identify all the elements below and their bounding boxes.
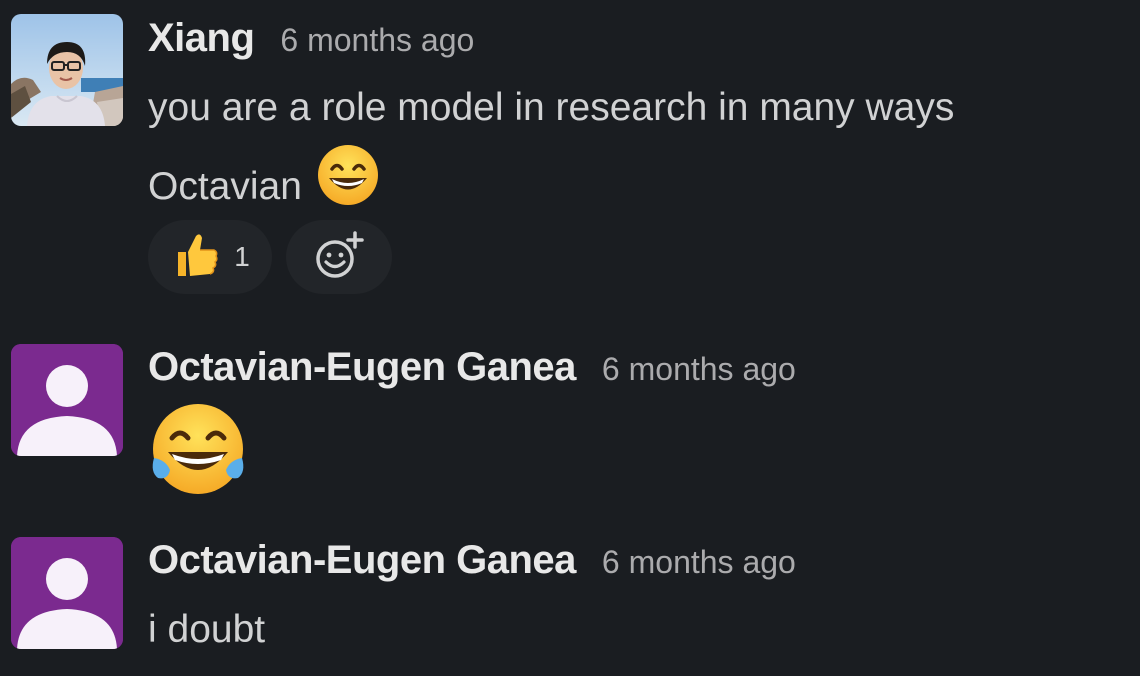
avatar[interactable] [11,344,123,456]
reaction-bar: 1 [148,220,392,294]
message-text: i doubt [148,608,266,651]
default-user-icon [11,344,123,456]
timestamp[interactable]: 6 months ago [602,544,796,581]
author-name[interactable]: Octavian-Eugen Ganea [148,538,576,583]
reaction-thumbs-up[interactable]: 1 [148,220,272,294]
author-name[interactable]: Octavian-Eugen Ganea [148,345,576,390]
message-text-line-2-label: Octavian [148,164,302,208]
face-with-tears-of-joy-icon [148,404,248,502]
timestamp[interactable]: 6 months ago [602,351,796,388]
message-text-line-1: you are a role model in research in many… [148,86,955,129]
add-reaction-button[interactable] [286,220,392,294]
thumbs-up-icon [170,230,220,285]
author-name[interactable]: Xiang [148,16,255,61]
add-emoji-icon [313,229,365,286]
message-emoji [148,402,248,503]
grinning-face-icon [316,143,380,230]
user-photo-icon [11,14,123,126]
default-user-icon [11,537,123,649]
message-text: you are a role model in research in many… [148,73,954,230]
message-text-line-2: Octavian [148,143,954,230]
reaction-count: 1 [234,241,250,272]
timestamp[interactable]: 6 months ago [280,22,474,59]
avatar[interactable] [11,14,123,126]
avatar[interactable] [11,537,123,649]
